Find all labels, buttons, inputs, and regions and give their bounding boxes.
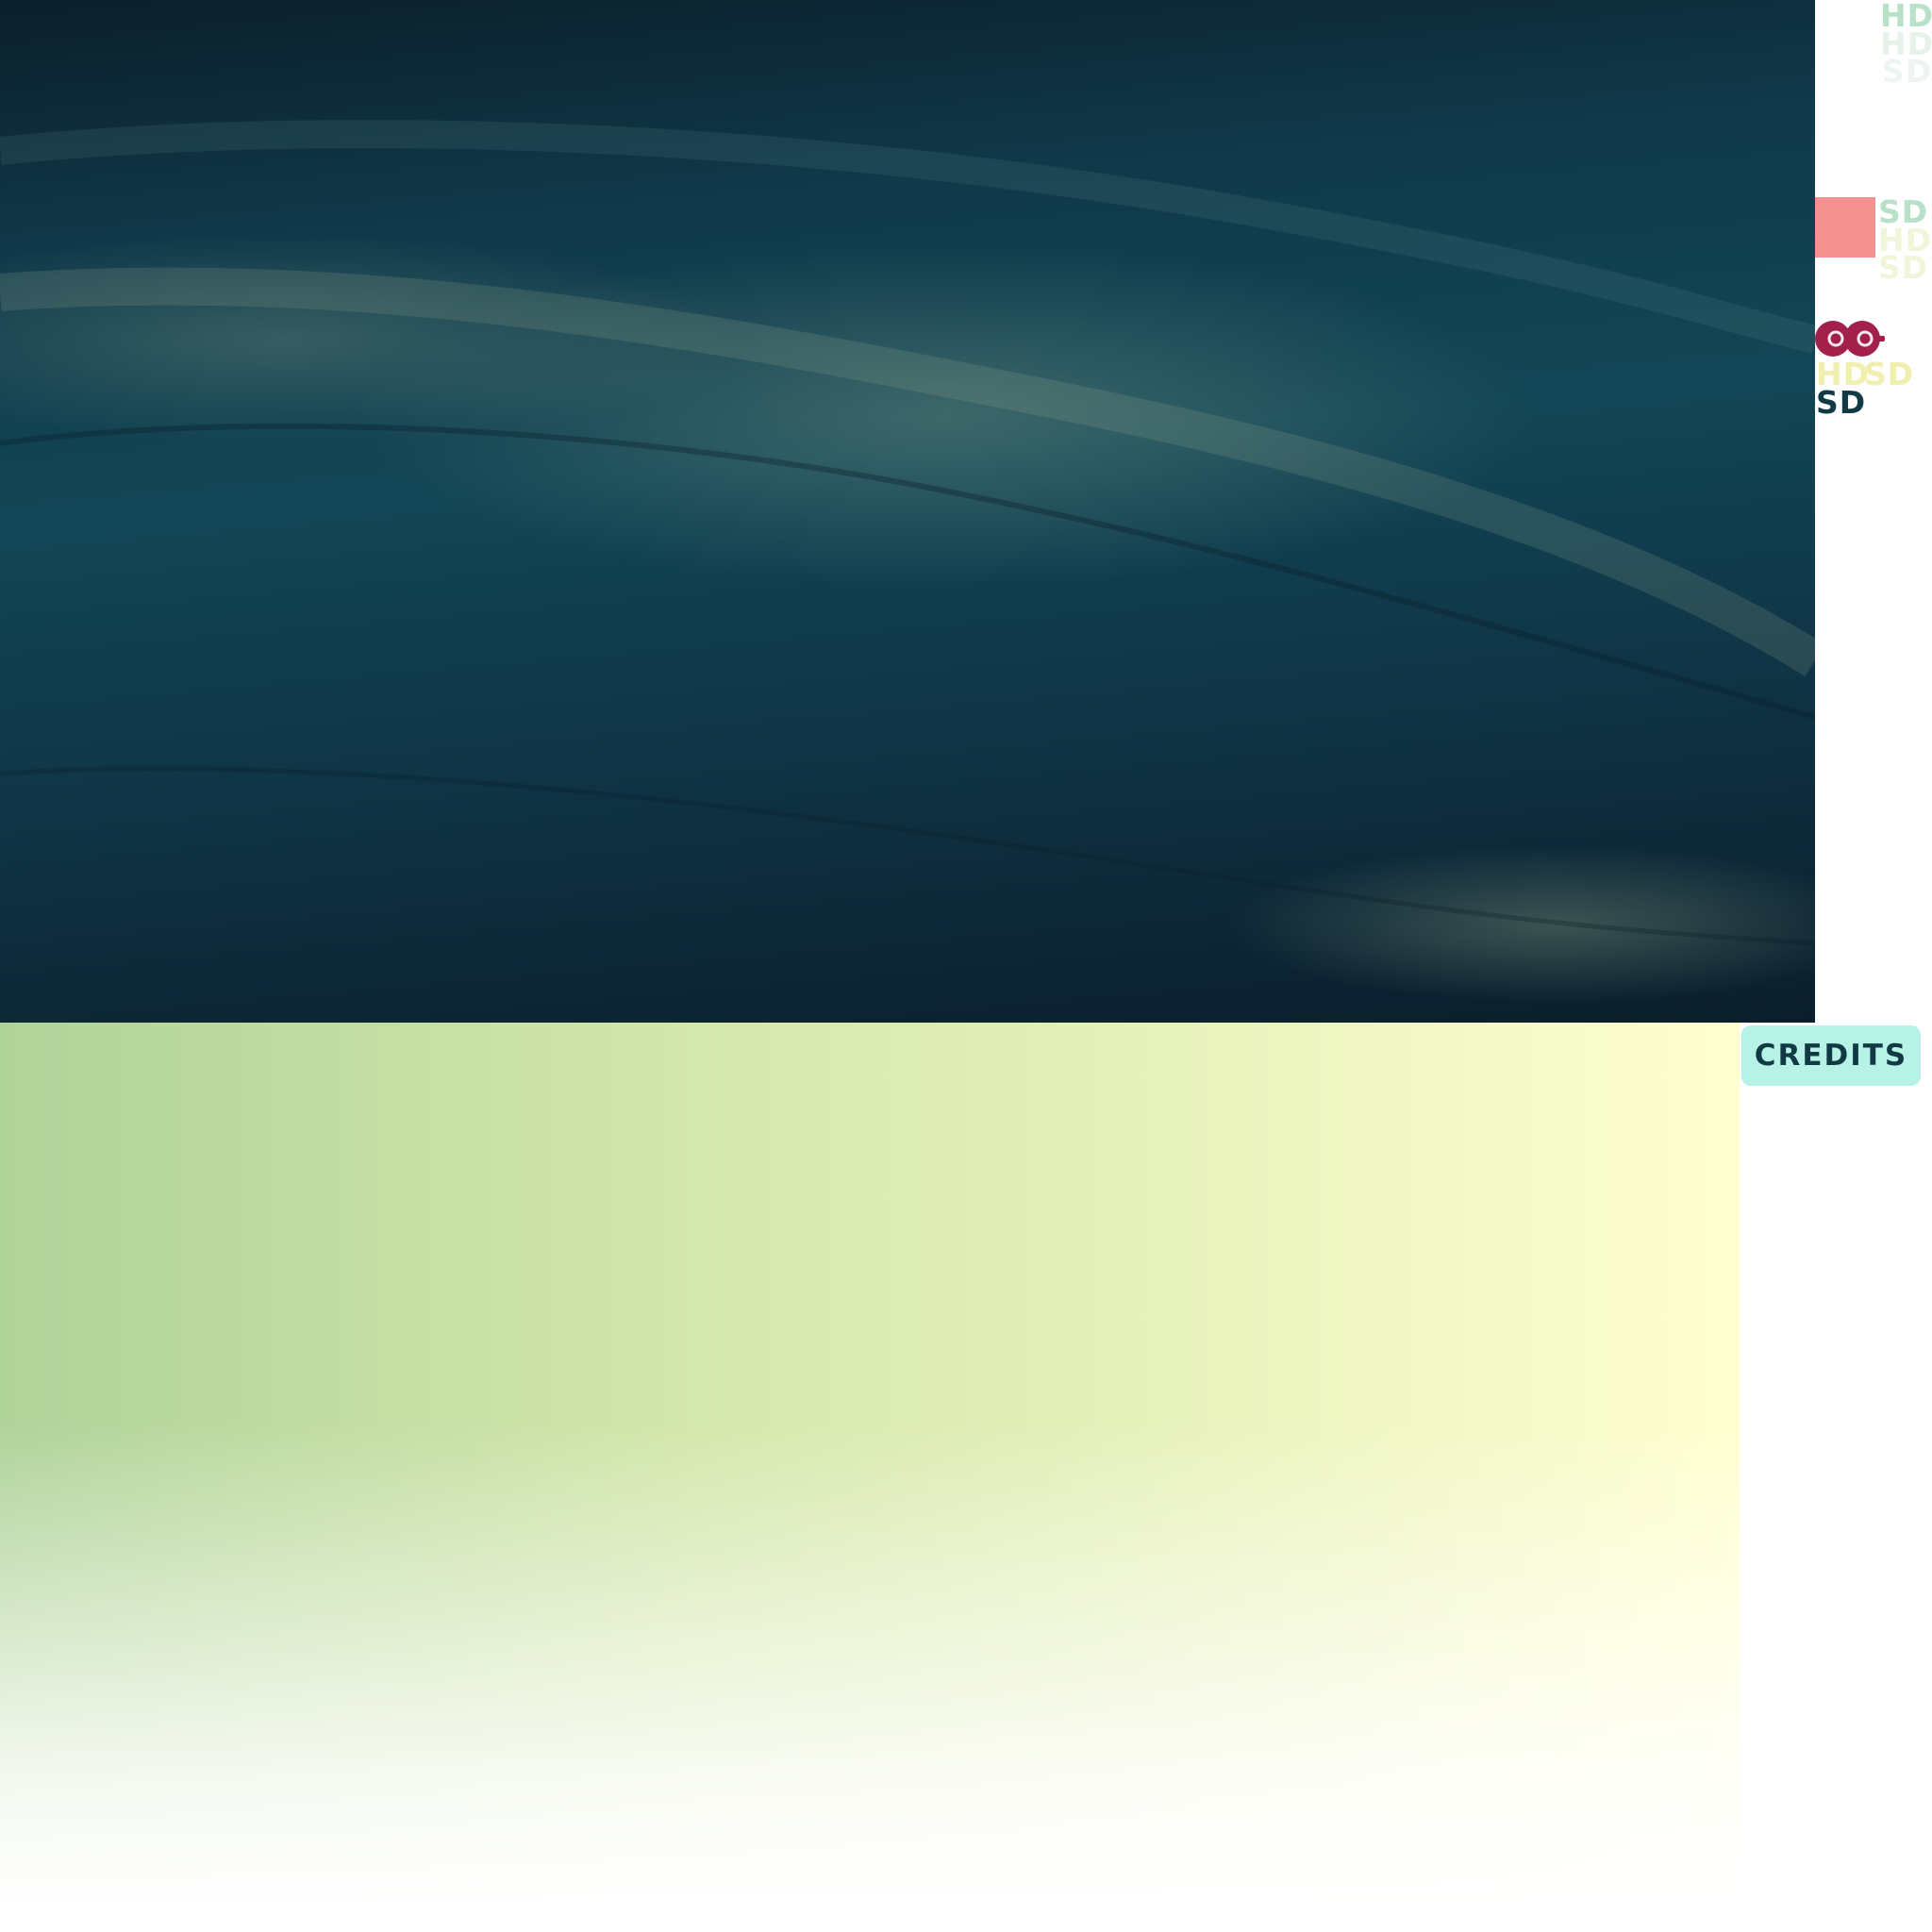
hero-image [0,0,1815,1023]
quality-label: SD [1816,384,1867,421]
quality-label: SD [1882,53,1932,90]
quality-label: SD [1878,249,1929,286]
eyes-icon [1815,321,1885,357]
gradient-panel [0,1023,1740,1909]
hero-texture [0,120,1815,946]
quality-label: SD [1864,356,1915,392]
credits-button[interactable]: CREDITS [1741,1025,1921,1086]
color-swatch [1815,197,1875,258]
